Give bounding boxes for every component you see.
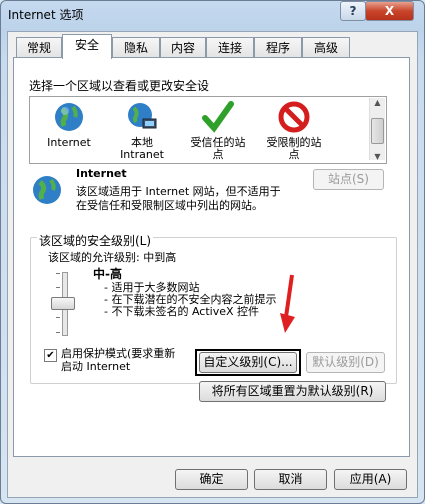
security-level-legend: 该区域的安全级别(L) [37, 232, 154, 249]
security-level-slider-thumb[interactable] [51, 297, 75, 310]
slider-tick [56, 317, 60, 318]
tab-content[interactable]: 内容 [160, 37, 206, 57]
zone-label: Internet [47, 136, 91, 149]
tab-programs[interactable]: 程序 [254, 37, 302, 57]
intranet-globe-icon [126, 101, 158, 133]
zone-instruction: 选择一个区域以查看或更改安全设 [29, 79, 210, 93]
zone-list-scrollbar[interactable]: ▲ ▼ [369, 98, 385, 161]
zone-restricted-sites[interactable]: 受限制的站 点 [259, 101, 329, 161]
slider-tick [56, 273, 60, 274]
tab-privacy[interactable]: 隐私 [112, 37, 160, 57]
ok-button[interactable]: 确定 [175, 469, 248, 490]
security-level-bullet: - 不下载未签名的 ActiveX 控件 [104, 305, 260, 318]
sites-button[interactable]: 站点(S) [313, 169, 384, 190]
custom-level-button[interactable]: 自定义级别(C)... [199, 352, 297, 373]
green-check-icon [202, 101, 234, 133]
reset-all-zones-button[interactable]: 将所有区域重置为默认级别(R) [199, 381, 386, 402]
no-entry-icon [278, 101, 310, 133]
selected-zone-name: Internet [76, 167, 127, 180]
zone-internet[interactable]: Internet [34, 101, 104, 149]
scroll-thumb[interactable] [371, 118, 384, 144]
scroll-down-arrow-icon[interactable]: ▼ [370, 152, 385, 164]
window-title: Internet 选项 [8, 8, 84, 22]
slider-tick [56, 287, 60, 288]
tab-security[interactable]: 安全 [62, 34, 112, 59]
tab-connections[interactable]: 连接 [206, 37, 254, 57]
allowed-levels-text: 该区域的允许级别: 中到高 [48, 251, 177, 264]
tab-advanced[interactable]: 高级 [302, 37, 350, 57]
apply-button[interactable]: 应用(A) [334, 469, 407, 490]
tab-general[interactable]: 常规 [16, 37, 62, 57]
selected-zone-globe-icon [31, 174, 63, 209]
globe-icon [53, 101, 85, 133]
zone-label: 本地 Intranet [120, 136, 164, 161]
zone-label: 受信任的站 点 [190, 136, 246, 161]
red-arrow-annotation-icon [277, 273, 299, 340]
zone-label: 受限制的站 点 [266, 136, 322, 161]
zone-local-intranet[interactable]: 本地 Intranet [107, 101, 177, 161]
scroll-up-arrow-icon[interactable]: ▲ [370, 98, 385, 110]
close-button[interactable]: X [365, 1, 414, 21]
cancel-button[interactable]: 取消 [254, 469, 327, 490]
security-level-name: 中-高 [93, 267, 122, 281]
selected-zone-description: 该区域适用于 Internet 网站，但不适用于 在受信任和受限制区域中列出的网… [76, 185, 281, 212]
slider-tick [56, 332, 60, 333]
help-button[interactable]: ? [340, 1, 366, 21]
protected-mode-checkbox[interactable]: ✔ [44, 349, 57, 362]
protected-mode-label: 启用保护模式(要求重新 启动 Internet [61, 347, 176, 373]
zone-trusted-sites[interactable]: 受信任的站 点 [183, 101, 253, 161]
default-level-button[interactable]: 默认级别(D) [306, 352, 385, 373]
